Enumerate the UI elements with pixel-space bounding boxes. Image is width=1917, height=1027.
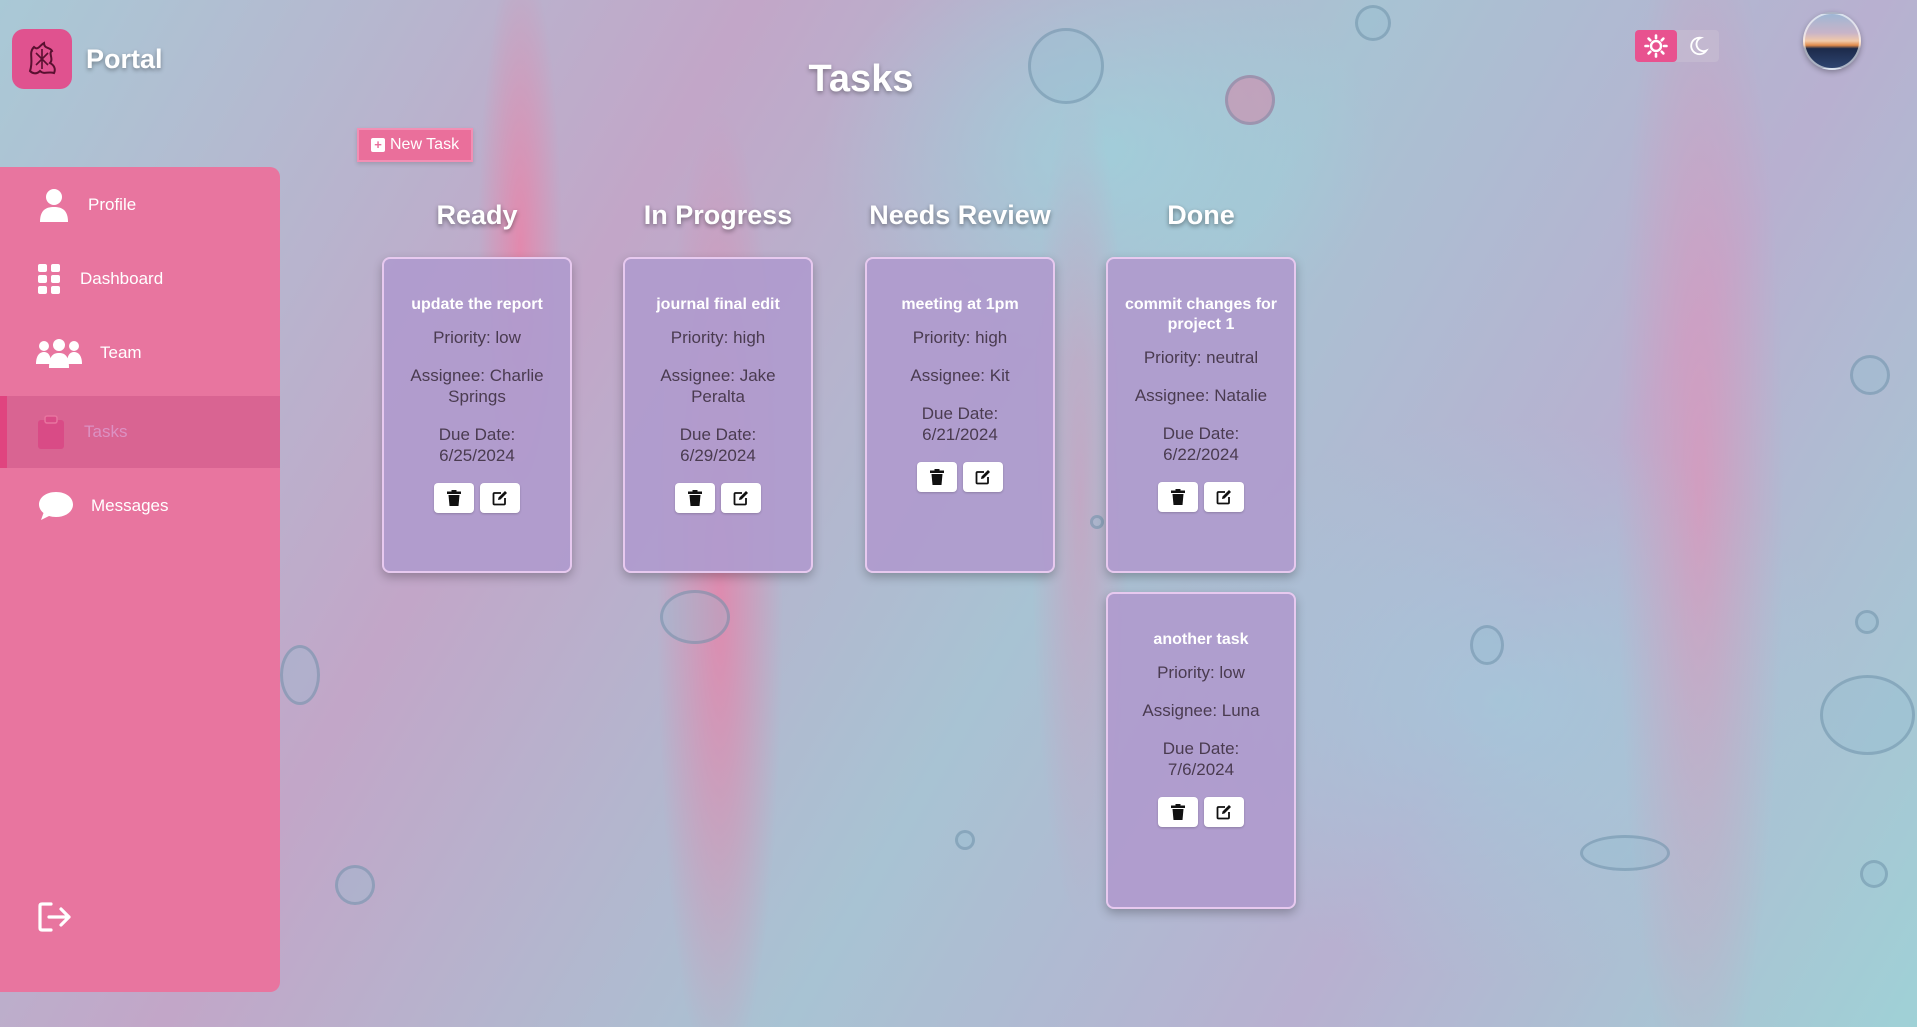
- light-theme-button[interactable]: [1635, 30, 1677, 62]
- due-date-value: 6/22/2024: [1163, 445, 1239, 464]
- background-bubble: [660, 590, 730, 644]
- task-priority: Priority: high: [670, 328, 766, 347]
- task-assignee: Assignee: Kit: [910, 366, 1010, 385]
- background-bubble: [955, 830, 975, 850]
- edit-task-button[interactable]: [721, 483, 761, 513]
- plus-icon: +: [371, 138, 385, 152]
- theme-toggle[interactable]: [1635, 30, 1719, 62]
- background-bubble: [1580, 835, 1670, 871]
- background-bubble: [1355, 5, 1391, 41]
- task-title: another task: [1153, 631, 1249, 648]
- delete-task-button[interactable]: [675, 483, 715, 513]
- logout-button[interactable]: [38, 902, 74, 934]
- sidebar-item-label: Team: [100, 343, 142, 362]
- sidebar-item-messages[interactable]: Messages: [0, 470, 280, 542]
- due-date-value: 6/21/2024: [922, 425, 998, 444]
- background-bubble: [1820, 675, 1915, 755]
- sidebar-item-label: Dashboard: [80, 269, 164, 288]
- background-bubble: [1860, 860, 1888, 888]
- trash-icon: [930, 469, 944, 485]
- column-title-ready: Ready: [436, 200, 518, 230]
- page-title: Tasks: [808, 58, 914, 100]
- delete-task-button[interactable]: [917, 462, 957, 492]
- edit-icon: [1216, 805, 1231, 820]
- task-assignee: Assignee: Luna: [1142, 701, 1260, 720]
- task-title: meeting at 1pm: [901, 296, 1019, 313]
- background-bubble: [1470, 625, 1504, 665]
- due-date-label: Due Date:: [921, 404, 999, 423]
- new-task-button[interactable]: + New Task: [357, 128, 474, 162]
- delete-task-button[interactable]: [1158, 797, 1198, 827]
- task-card[interactable]: meeting at 1pm Priority: high Assignee: …: [865, 257, 1055, 573]
- task-card[interactable]: commit changes for project 1 Priority: n…: [1106, 257, 1296, 573]
- edit-icon: [1216, 490, 1231, 505]
- sidebar-item-label: Profile: [88, 195, 137, 214]
- delete-task-button[interactable]: [1158, 482, 1198, 512]
- task-priority: Priority: low: [1157, 663, 1245, 682]
- trash-icon: [1171, 804, 1185, 820]
- avatar[interactable]: [1803, 12, 1861, 70]
- background-bubble: [1090, 515, 1104, 529]
- task-card[interactable]: update the report Priority: low Assignee…: [382, 257, 572, 573]
- due-date-value: 6/29/2024: [680, 446, 756, 465]
- sidebar-item-tasks[interactable]: Tasks: [0, 396, 280, 468]
- edit-task-button[interactable]: [963, 462, 1003, 492]
- delete-task-button[interactable]: [434, 483, 474, 513]
- user-icon: [38, 188, 70, 222]
- grid-icon: [38, 264, 62, 294]
- clipboard-icon: [37, 415, 65, 449]
- logout-icon: [38, 902, 71, 932]
- background-bubble: [1850, 355, 1890, 395]
- column-title-done: Done: [1167, 200, 1235, 230]
- sidebar-item-label: Messages: [91, 496, 169, 515]
- edit-icon: [492, 491, 507, 506]
- sidebar-item-team[interactable]: Team: [0, 317, 280, 389]
- due-date-value: 6/25/2024: [439, 446, 515, 465]
- trash-icon: [688, 490, 702, 506]
- sidebar-item-dashboard[interactable]: Dashboard: [0, 243, 280, 315]
- edit-task-button[interactable]: [1204, 482, 1244, 512]
- background-bubble: [1855, 610, 1879, 634]
- task-title: update the report: [411, 296, 543, 313]
- task-priority: Priority: low: [433, 328, 521, 347]
- edit-icon: [733, 491, 748, 506]
- due-date-value: 7/6/2024: [1167, 760, 1235, 779]
- dark-theme-button[interactable]: [1677, 30, 1719, 62]
- task-assignee: Assignee: Charlie Springs: [410, 366, 544, 406]
- sidebar-item-label: Tasks: [84, 422, 128, 441]
- sidebar: Profile Dashboard Team Tasks Messages: [0, 167, 280, 992]
- task-assignee: Assignee: Jake Peralta: [660, 366, 776, 406]
- due-date-label: Due Date:: [679, 425, 757, 444]
- task-priority: Priority: high: [912, 328, 1008, 347]
- moon-icon: [1690, 36, 1709, 56]
- edit-icon: [975, 470, 990, 485]
- background-bubble: [280, 645, 320, 705]
- edit-task-button[interactable]: [1204, 797, 1244, 827]
- column-title-needs-review: Needs Review: [869, 200, 1051, 230]
- trash-icon: [1171, 489, 1185, 505]
- sidebar-item-profile[interactable]: Profile: [0, 169, 280, 241]
- due-date-label: Due Date:: [1162, 424, 1240, 443]
- column-title-in-progress: In Progress: [643, 200, 793, 230]
- task-title: journal final edit: [656, 296, 780, 313]
- task-priority: Priority: neutral: [1143, 348, 1259, 367]
- new-task-label: New Task: [390, 136, 460, 153]
- background-bubble: [335, 865, 375, 905]
- edit-task-button[interactable]: [480, 483, 520, 513]
- team-icon: [36, 338, 82, 368]
- trash-icon: [447, 490, 461, 506]
- sun-icon: [1644, 34, 1668, 58]
- task-title: commit changes for project 1: [1124, 296, 1278, 333]
- chat-icon: [38, 491, 74, 521]
- due-date-label: Due Date:: [1162, 739, 1240, 758]
- task-assignee: Assignee: Natalie: [1134, 386, 1268, 405]
- task-card[interactable]: another task Priority: low Assignee: Lun…: [1106, 592, 1296, 909]
- task-card[interactable]: journal final edit Priority: high Assign…: [623, 257, 813, 573]
- due-date-label: Due Date:: [438, 425, 516, 444]
